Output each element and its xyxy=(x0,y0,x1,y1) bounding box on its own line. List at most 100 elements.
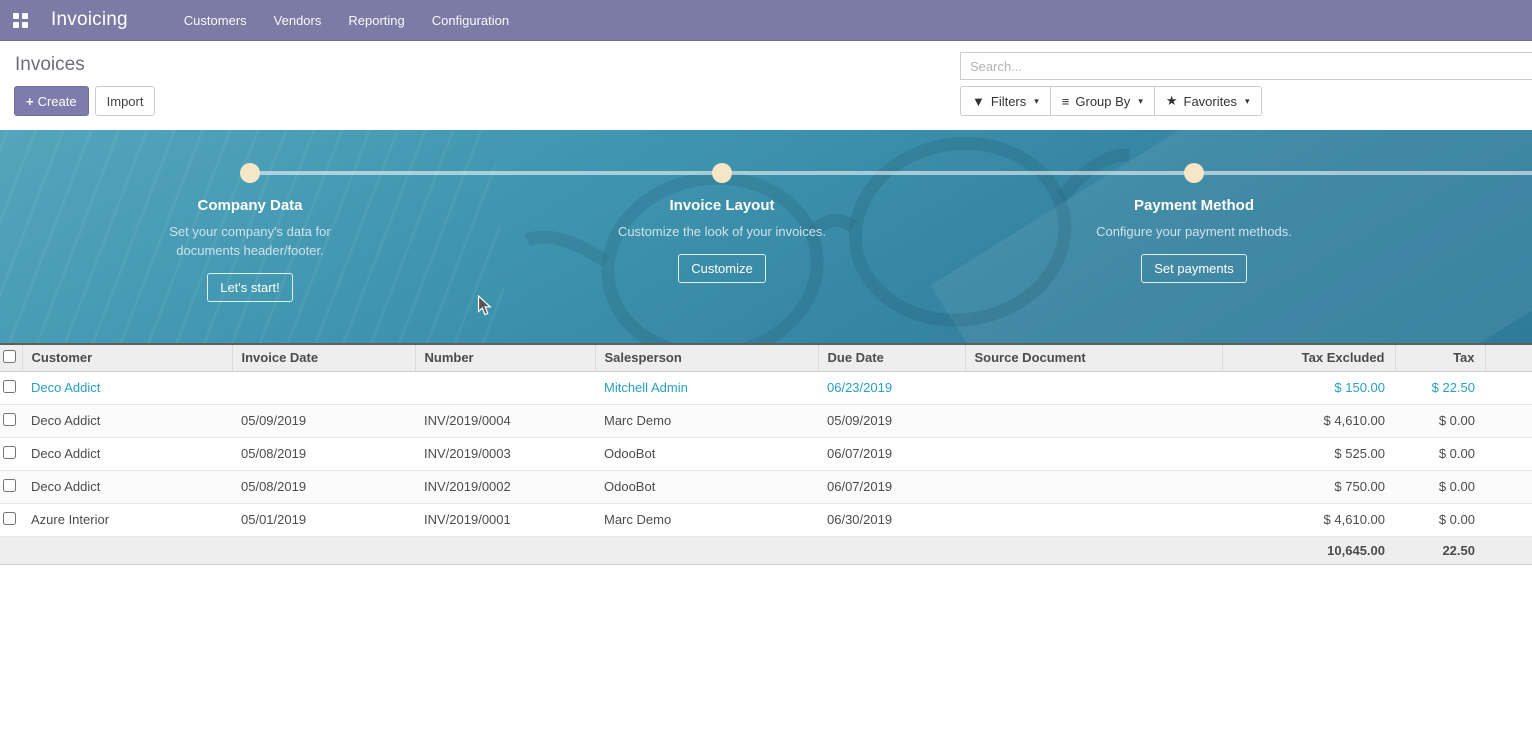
cell-salesperson: Marc Demo xyxy=(595,404,818,437)
row-checkbox[interactable] xyxy=(3,380,16,393)
cell-number xyxy=(415,371,595,404)
cell-number: INV/2019/0003 xyxy=(415,437,595,470)
row-checkbox[interactable] xyxy=(3,512,16,525)
customize-button[interactable]: Customize xyxy=(678,254,765,283)
cell-tax-excluded: $ 150.00 xyxy=(1222,371,1395,404)
table-header-row: Customer Invoice Date Number Salesperson… xyxy=(0,344,1532,371)
cell-tax-excluded: $ 4,610.00 xyxy=(1222,503,1395,536)
row-checkbox[interactable] xyxy=(3,446,16,459)
cell-due-date: 06/23/2019 xyxy=(818,371,965,404)
cell-customer: Deco Addict xyxy=(22,404,232,437)
cell-customer: Deco Addict xyxy=(22,437,232,470)
app-brand[interactable]: Invoicing xyxy=(51,9,128,31)
cell-due-date: 06/07/2019 xyxy=(818,470,965,503)
onboarding-step-payment-method: Payment Method Configure your payment me… xyxy=(1034,130,1354,283)
step-subtitle: Set your company's data for documents he… xyxy=(138,222,363,260)
group-by-button[interactable]: ≡ Group By ▾ xyxy=(1050,86,1155,116)
group-by-bars-icon: ≡ xyxy=(1062,94,1070,109)
apps-menu-icon[interactable] xyxy=(13,13,28,28)
create-button[interactable]: + Create xyxy=(14,86,89,116)
create-button-label: Create xyxy=(38,94,77,109)
cell-invoice-date: 05/09/2019 xyxy=(232,404,415,437)
cell-invoice-date: 05/08/2019 xyxy=(232,470,415,503)
menu-configuration[interactable]: Configuration xyxy=(432,13,509,28)
group-by-button-label: Group By xyxy=(1075,94,1130,109)
onboarding-banner: Company Data Set your company's data for… xyxy=(0,130,1532,343)
table-row[interactable]: Deco Addict Mitchell Admin 06/23/2019 $ … xyxy=(0,371,1532,404)
menu-reporting[interactable]: Reporting xyxy=(348,13,404,28)
navbar-menu: Customers Vendors Reporting Configuratio… xyxy=(184,13,509,28)
page-title: Invoices xyxy=(15,54,85,76)
top-navbar: Invoicing Customers Vendors Reporting Co… xyxy=(0,0,1532,41)
cell-invoice-date: 05/08/2019 xyxy=(232,437,415,470)
plus-icon: + xyxy=(26,94,34,109)
cell-source-document xyxy=(965,404,1222,437)
column-header-spacer xyxy=(1485,344,1532,371)
invoice-list-table: Customer Invoice Date Number Salesperson… xyxy=(0,343,1532,565)
row-checkbox[interactable] xyxy=(3,413,16,426)
favorites-button-label: Favorites xyxy=(1184,94,1237,109)
row-checkbox[interactable] xyxy=(3,479,16,492)
cell-salesperson: Marc Demo xyxy=(595,503,818,536)
cell-invoice-date xyxy=(232,371,415,404)
cell-salesperson: OdooBot xyxy=(595,470,818,503)
cell-customer: Deco Addict xyxy=(22,470,232,503)
caret-down-icon: ▾ xyxy=(1245,96,1250,107)
cell-tax: $ 22.50 xyxy=(1395,371,1485,404)
table-row[interactable]: Deco Addict 05/09/2019 INV/2019/0004 Mar… xyxy=(0,404,1532,437)
cell-due-date: 06/30/2019 xyxy=(818,503,965,536)
import-button[interactable]: Import xyxy=(95,86,156,116)
total-tax-excluded: 10,645.00 xyxy=(1222,536,1395,564)
column-header-customer[interactable]: Customer xyxy=(22,344,232,371)
lets-start-button[interactable]: Let's start! xyxy=(207,273,293,302)
cell-tax-excluded: $ 4,610.00 xyxy=(1222,404,1395,437)
table-row[interactable]: Deco Addict 05/08/2019 INV/2019/0003 Odo… xyxy=(0,437,1532,470)
table-row[interactable]: Deco Addict 05/08/2019 INV/2019/0002 Odo… xyxy=(0,470,1532,503)
filters-button-label: Filters xyxy=(991,94,1026,109)
cell-number: INV/2019/0002 xyxy=(415,470,595,503)
menu-customers[interactable]: Customers xyxy=(184,13,247,28)
step-dot-icon xyxy=(240,163,260,183)
cell-source-document xyxy=(965,437,1222,470)
cell-due-date: 06/07/2019 xyxy=(818,437,965,470)
column-header-invoice-date[interactable]: Invoice Date xyxy=(232,344,415,371)
cell-source-document xyxy=(965,470,1222,503)
onboarding-step-invoice-layout: Invoice Layout Customize the look of you… xyxy=(562,130,882,283)
onboarding-step-company-data: Company Data Set your company's data for… xyxy=(90,130,410,302)
favorites-button[interactable]: ★ Favorites ▾ xyxy=(1154,86,1262,116)
column-header-source-document[interactable]: Source Document xyxy=(965,344,1222,371)
step-dot-icon xyxy=(712,163,732,183)
column-header-number[interactable]: Number xyxy=(415,344,595,371)
step-title: Company Data xyxy=(90,197,410,214)
step-dot-icon xyxy=(1184,163,1204,183)
cell-due-date: 05/09/2019 xyxy=(818,404,965,437)
cell-tax: $ 0.00 xyxy=(1395,437,1485,470)
search-input[interactable] xyxy=(960,52,1532,80)
cell-source-document xyxy=(965,371,1222,404)
step-title: Payment Method xyxy=(1034,197,1354,214)
cell-tax-excluded: $ 525.00 xyxy=(1222,437,1395,470)
column-header-due-date[interactable]: Due Date xyxy=(818,344,965,371)
column-header-salesperson[interactable]: Salesperson xyxy=(595,344,818,371)
select-all-checkbox[interactable] xyxy=(3,350,16,363)
cell-invoice-date: 05/01/2019 xyxy=(232,503,415,536)
cell-tax: $ 0.00 xyxy=(1395,404,1485,437)
search-options: ▼ Filters ▾ ≡ Group By ▾ ★ Favorites ▾ xyxy=(960,86,1262,116)
cell-tax-excluded: $ 750.00 xyxy=(1222,470,1395,503)
caret-down-icon: ▾ xyxy=(1034,96,1039,107)
table-row[interactable]: Azure Interior 05/01/2019 INV/2019/0001 … xyxy=(0,503,1532,536)
filters-button[interactable]: ▼ Filters ▾ xyxy=(960,86,1051,116)
set-payments-button[interactable]: Set payments xyxy=(1141,254,1247,283)
cell-salesperson: Mitchell Admin xyxy=(595,371,818,404)
cell-number: INV/2019/0004 xyxy=(415,404,595,437)
cell-source-document xyxy=(965,503,1222,536)
filter-funnel-icon: ▼ xyxy=(972,94,985,109)
favorites-star-icon: ★ xyxy=(1166,93,1178,109)
column-header-tax[interactable]: Tax xyxy=(1395,344,1485,371)
menu-vendors[interactable]: Vendors xyxy=(274,13,322,28)
step-subtitle: Configure your payment methods. xyxy=(1054,222,1334,241)
cell-customer: Deco Addict xyxy=(22,371,232,404)
caret-down-icon: ▾ xyxy=(1138,96,1143,107)
cell-number: INV/2019/0001 xyxy=(415,503,595,536)
column-header-tax-excluded[interactable]: Tax Excluded xyxy=(1222,344,1395,371)
